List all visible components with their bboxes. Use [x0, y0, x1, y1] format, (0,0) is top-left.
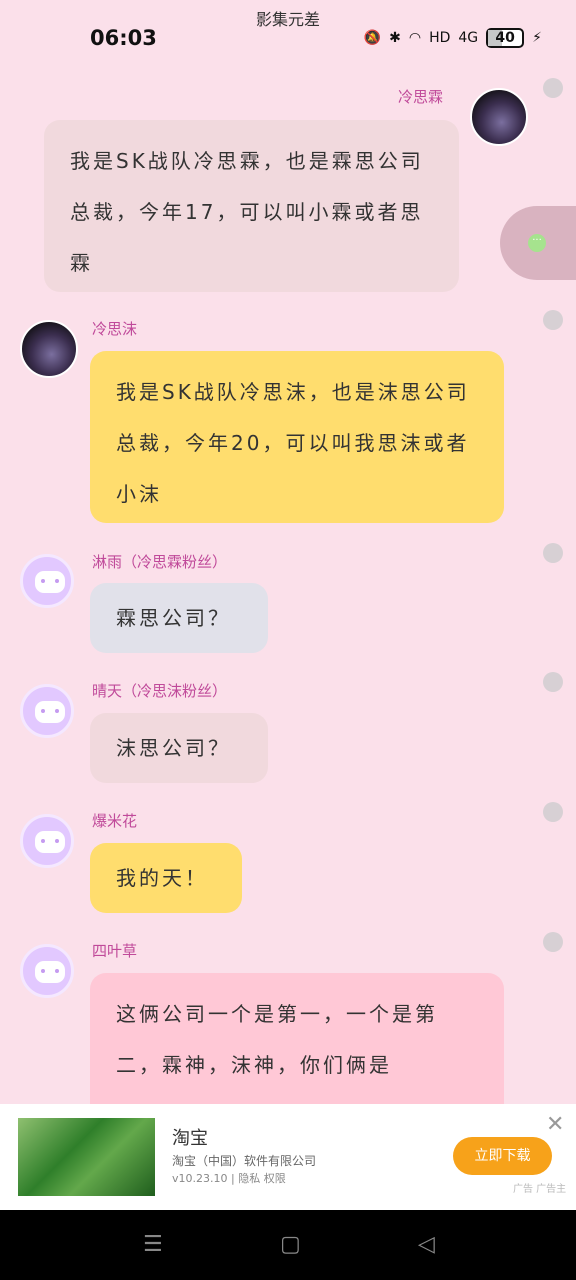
- chat-area[interactable]: 冷思霖 我是SK战队冷思霖，也是霖思公司总裁，今年17，可以叫小霖或者思霖 ··…: [0, 62, 576, 1104]
- sender-name: 四叶草: [92, 942, 138, 960]
- mute-icon: 🔕: [363, 30, 382, 46]
- message-status-dot: [543, 310, 563, 330]
- status-bar: 影集元差 06:03 🔕 ✱ ◠ HD 4G 40 ⚡: [0, 0, 576, 62]
- avatar[interactable]: [470, 88, 528, 146]
- message-bubble[interactable]: 沫思公司？: [90, 713, 268, 783]
- avatar[interactable]: [20, 684, 74, 738]
- charging-icon: ⚡: [532, 30, 542, 46]
- back-icon[interactable]: ◁: [418, 1232, 435, 1257]
- top-title: 影集元差: [255, 10, 320, 29]
- bluetooth-icon: ✱: [389, 30, 401, 46]
- bot-face-icon: [35, 961, 65, 983]
- message-bubble[interactable]: 这俩公司一个是第一，一个是第二，霖神，沫神，你们俩是: [90, 973, 504, 1104]
- sender-name: 淋雨（冷思霖粉丝）: [92, 553, 228, 571]
- menu-icon[interactable]: ☰: [143, 1232, 163, 1257]
- message-status-dot: [543, 932, 563, 952]
- ad-title: 淘宝: [172, 1128, 208, 1149]
- avatar[interactable]: [20, 814, 74, 868]
- message-bubble[interactable]: 霖思公司？: [90, 583, 268, 653]
- bot-face-icon: [35, 831, 65, 853]
- message-bubble[interactable]: 我的天！: [90, 843, 242, 913]
- close-icon[interactable]: ✕: [546, 1112, 564, 1137]
- message-status-dot: [543, 802, 563, 822]
- avatar[interactable]: [20, 320, 78, 378]
- home-icon[interactable]: ▢: [280, 1232, 301, 1257]
- battery-icon: 40: [486, 28, 525, 48]
- bot-face-icon: [35, 701, 65, 723]
- navigation-bar: ☰ ▢ ◁: [0, 1210, 576, 1280]
- sender-name: 爆米花: [92, 812, 138, 830]
- bot-face-icon: [35, 571, 65, 593]
- more-icon: ···: [528, 234, 546, 252]
- ad-description: 淘宝（中国）软件有限公司: [172, 1154, 317, 1168]
- floating-chat-button[interactable]: ···: [500, 206, 576, 280]
- message-bubble[interactable]: 我是SK战队冷思霖，也是霖思公司总裁，今年17，可以叫小霖或者思霖: [44, 120, 459, 292]
- clock-time: 06:03: [90, 26, 157, 50]
- avatar[interactable]: [20, 944, 74, 998]
- ad-version: v10.23.10 | 隐私 权限: [172, 1172, 286, 1185]
- hd-icon: HD: [429, 30, 451, 46]
- ad-tag: 广告 广告主: [513, 1184, 567, 1195]
- wifi-icon: ◠: [408, 30, 422, 46]
- download-button[interactable]: 立即下载: [453, 1137, 552, 1175]
- sender-name: 冷思霖: [398, 88, 444, 106]
- sender-name: 晴天（冷思沫粉丝）: [92, 682, 228, 700]
- sender-name: 冷思沫: [92, 320, 138, 338]
- ad-thumbnail[interactable]: [18, 1118, 155, 1196]
- message-bubble[interactable]: 我是SK战队冷思沫，也是沫思公司总裁，今年20，可以叫我思沫或者小沫: [90, 351, 504, 523]
- message-status-dot: [543, 543, 563, 563]
- network-icon: 4G: [458, 30, 479, 46]
- ad-banner[interactable]: 淘宝 淘宝（中国）软件有限公司 v10.23.10 | 隐私 权限 立即下载 ✕…: [0, 1104, 576, 1210]
- message-status-dot: [543, 78, 563, 98]
- message-status-dot: [543, 672, 563, 692]
- avatar[interactable]: [20, 554, 74, 608]
- status-icons: 🔕 ✱ ◠ HD 4G 40 ⚡: [364, 28, 542, 48]
